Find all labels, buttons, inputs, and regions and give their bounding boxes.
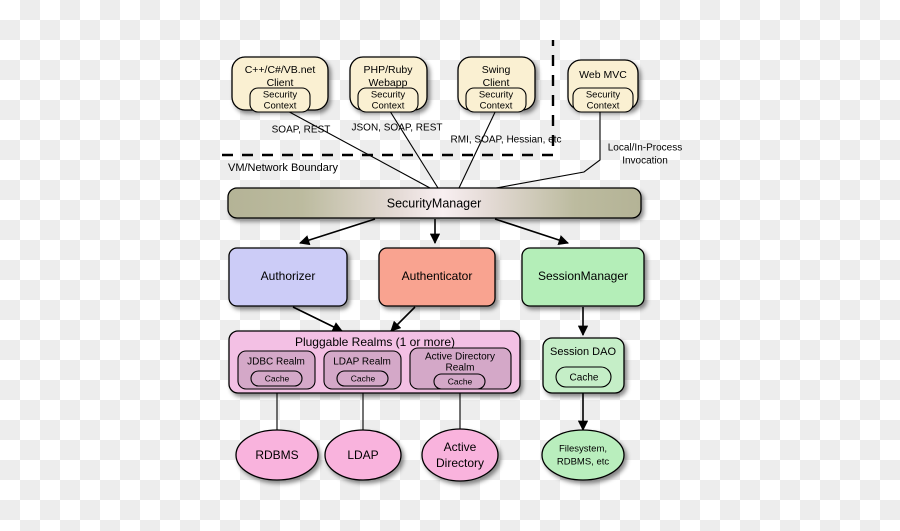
client-php-webapp-label-line1: PHP/Ruby bbox=[363, 64, 413, 76]
tier-session-manager[interactable]: SessionManager bbox=[521, 247, 645, 307]
tier-authenticator[interactable]: Authenticator bbox=[378, 247, 496, 307]
pluggable-realms[interactable]: Pluggable Realms (1 or more) JDBC Realm … bbox=[228, 330, 521, 394]
session-dao-cache-label: Cache bbox=[570, 373, 599, 384]
connector-web-mvc-to-manager bbox=[495, 110, 601, 189]
store-ldap[interactable]: LDAP bbox=[324, 429, 402, 481]
tier-authorizer[interactable]: Authorizer bbox=[228, 247, 348, 307]
connector-swing-client-to-manager bbox=[458, 107, 498, 189]
realm-ldap-realm-label-line1: LDAP Realm bbox=[333, 357, 391, 368]
arrow-manager-to-session-manager bbox=[494, 218, 569, 246]
store-filesystem-ellipse bbox=[541, 429, 625, 481]
client-php-webapp-label-line2: Webapp bbox=[369, 77, 408, 89]
connector-cpp-client-to-manager bbox=[281, 107, 431, 189]
boundary-label: VM/Network Boundary bbox=[228, 162, 339, 174]
client-swing-client[interactable]: Swing Client Security Context bbox=[457, 56, 536, 113]
connector-php-webapp-to-manager bbox=[387, 107, 439, 189]
store-active-directory-label-line2: Directory bbox=[436, 456, 484, 470]
store-rdbms[interactable]: RDBMS bbox=[235, 429, 319, 481]
realm-active-directory-realm-label-line1: Active Directory bbox=[425, 352, 495, 363]
client-cpp-client-label-line1: C++/C#/VB.net bbox=[245, 64, 316, 76]
protocol-label-web-mvc-line1: Local/In-Process bbox=[608, 143, 682, 154]
realm-active-directory-realm[interactable]: Active Directory Realm Cache bbox=[409, 347, 512, 390]
store-filesystem-label-line2: RDBMS, etc bbox=[557, 457, 610, 468]
realm-ldap-realm-cache-label: Cache bbox=[351, 373, 376, 383]
store-filesystem-label-line1: Filesystem, bbox=[559, 444, 607, 455]
client-php-webapp[interactable]: PHP/Ruby Webapp Security Context bbox=[349, 56, 428, 113]
client-web-mvc-security-context-line1: Security bbox=[586, 90, 621, 101]
realm-to-store-connectors bbox=[276, 393, 589, 432]
realm-active-directory-realm-label-line2: Realm bbox=[446, 363, 475, 374]
arrow-authenticator-to-realms bbox=[390, 306, 416, 332]
arrow-manager-to-authorizer bbox=[299, 218, 376, 246]
store-active-directory-ellipse bbox=[421, 428, 499, 482]
client-web-mvc-security-context-line2: Context bbox=[587, 101, 620, 112]
client-swing-client-security-context-line1: Security bbox=[479, 90, 514, 101]
store-rdbms-label-line1: RDBMS bbox=[255, 448, 298, 462]
diagram-canvas: VM/Network Boundary C++/C#/VB.net Client… bbox=[0, 0, 900, 531]
realm-active-directory-realm-cache-label: Cache bbox=[448, 376, 473, 386]
tier-authenticator-label: Authenticator bbox=[402, 269, 473, 283]
client-cpp-client[interactable]: C++/C#/VB.net Client Security Context bbox=[231, 56, 329, 113]
protocol-label-cpp-client: SOAP, REST bbox=[272, 125, 331, 136]
store-ldap-label-line1: LDAP bbox=[347, 448, 378, 462]
pluggable-realms-header: Pluggable Realms (1 or more) bbox=[295, 335, 455, 349]
client-web-mvc[interactable]: Web MVC Security Context bbox=[567, 59, 639, 113]
tier-authorizer-label: Authorizer bbox=[261, 269, 316, 283]
store-active-directory[interactable]: Active Directory bbox=[421, 428, 499, 482]
client-cpp-client-security-context-line1: Security bbox=[263, 90, 298, 101]
client-swing-client-security-context-line2: Context bbox=[480, 101, 513, 112]
store-filesystem[interactable]: Filesystem, RDBMS, etc bbox=[541, 429, 625, 481]
protocol-label-swing-client: RMI, SOAP, Hessian, etc bbox=[451, 135, 562, 146]
client-cpp-client-security-context-line2: Context bbox=[264, 101, 297, 112]
client-web-mvc-label-line1: Web MVC bbox=[579, 69, 627, 81]
realm-ldap-realm[interactable]: LDAP Realm Cache bbox=[323, 350, 402, 390]
tier-session-manager-label: SessionManager bbox=[538, 269, 628, 283]
client-cpp-client-label-line2: Client bbox=[267, 77, 294, 89]
client-php-webapp-security-context-line2: Context bbox=[372, 101, 405, 112]
arrow-authorizer-to-realms bbox=[292, 306, 343, 332]
security-manager-label: SecurityManager bbox=[387, 196, 482, 210]
manager-to-tier-arrows bbox=[299, 218, 569, 246]
realm-jdbc-realm[interactable]: JDBC Realm Cache bbox=[237, 350, 316, 390]
store-active-directory-label-line1: Active bbox=[444, 440, 477, 454]
session-dao[interactable]: Session DAO Cache bbox=[542, 337, 625, 394]
protocol-label-web-mvc-line2: Invocation bbox=[622, 156, 668, 167]
session-dao-label: Session DAO bbox=[550, 346, 616, 358]
protocol-label-php-webapp: JSON, SOAP, REST bbox=[352, 123, 443, 134]
client-swing-client-label-line2: Client bbox=[483, 77, 510, 89]
client-swing-client-label-line1: Swing bbox=[482, 64, 511, 76]
realm-jdbc-realm-cache-label: Cache bbox=[265, 373, 290, 383]
client-php-webapp-security-context-line1: Security bbox=[371, 90, 406, 101]
security-manager[interactable]: SecurityManager bbox=[227, 187, 642, 219]
realm-jdbc-realm-label-line1: JDBC Realm bbox=[247, 357, 305, 368]
architecture-diagram: VM/Network Boundary C++/C#/VB.net Client… bbox=[222, 40, 682, 482]
